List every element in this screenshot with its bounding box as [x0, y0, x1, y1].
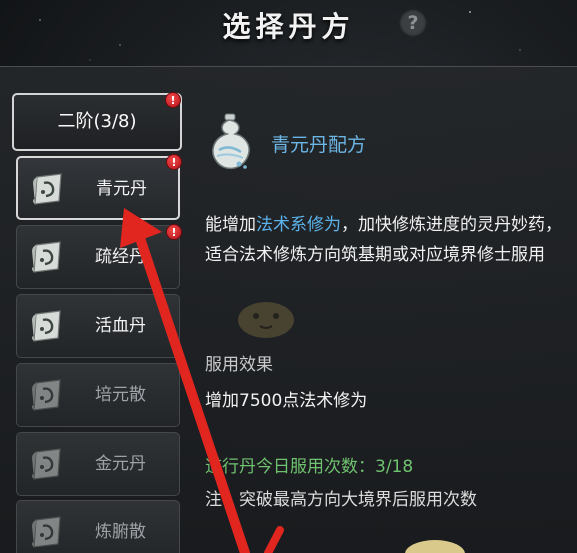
recipe-alert-icon: !	[166, 224, 182, 240]
recipe-item-qingyuandan[interactable]: 青元丹	[16, 156, 180, 220]
daily-usage-label: 道行丹今日服用次数：	[205, 457, 375, 477]
question-mark-icon[interactable]: ?	[399, 9, 427, 37]
recipe-label: 青元丹	[96, 179, 147, 199]
page-title: 选择丹方	[222, 10, 355, 43]
tier-selector-button[interactable]: 二阶(3/8)	[12, 93, 182, 151]
gourd-icon	[212, 113, 250, 170]
recipe-item-lianfusan[interactable]: 炼腑散	[16, 500, 180, 553]
description-highlight: 法术系修为	[256, 215, 341, 235]
scroll-icon	[32, 448, 61, 480]
scroll-icon	[33, 173, 62, 205]
recipe-alert-icon: !	[166, 154, 182, 170]
scroll-icon	[32, 310, 61, 342]
recipe-item-jinyuandan[interactable]: 金元丹	[16, 432, 180, 496]
effect-text: 增加7500点法术修为	[205, 391, 368, 411]
daily-usage-count: 道行丹今日服用次数：3/18	[205, 452, 413, 477]
recipe-item-peiyuansan[interactable]: 培元散	[16, 363, 180, 427]
tier-alert-icon: !	[165, 92, 181, 108]
usage-note: 注：突破最高方向大境界后服用次数	[205, 490, 477, 510]
recipe-detail-title: 青元丹配方	[271, 134, 367, 156]
watermark-mascot-partial-icon	[405, 540, 465, 553]
daily-usage-value: 3/18	[375, 457, 414, 477]
recipe-description: 能增加法术系修为，加快修炼进度的灵丹妙药，适合法术修炼方向筑基期或对应境界修士服…	[205, 210, 565, 270]
recipe-item-huoxuedan[interactable]: 活血丹	[16, 294, 180, 358]
scroll-icon	[32, 241, 61, 273]
recipe-label: 金元丹	[95, 454, 146, 474]
watermark-mascot-icon	[238, 302, 294, 338]
effect-section-label: 服用效果	[205, 355, 273, 375]
scroll-icon	[32, 516, 61, 548]
tier-label: 二阶(3/8)	[57, 111, 137, 132]
recipe-label: 炼腑散	[95, 522, 146, 542]
recipe-label: 疏经丹	[95, 247, 146, 267]
recipe-item-shujingdan[interactable]: 疏经丹	[16, 225, 180, 289]
scroll-icon	[32, 379, 61, 411]
description-prefix: 能增加	[205, 215, 256, 235]
recipe-label: 培元散	[95, 385, 146, 405]
recipe-label: 活血丹	[95, 316, 146, 336]
